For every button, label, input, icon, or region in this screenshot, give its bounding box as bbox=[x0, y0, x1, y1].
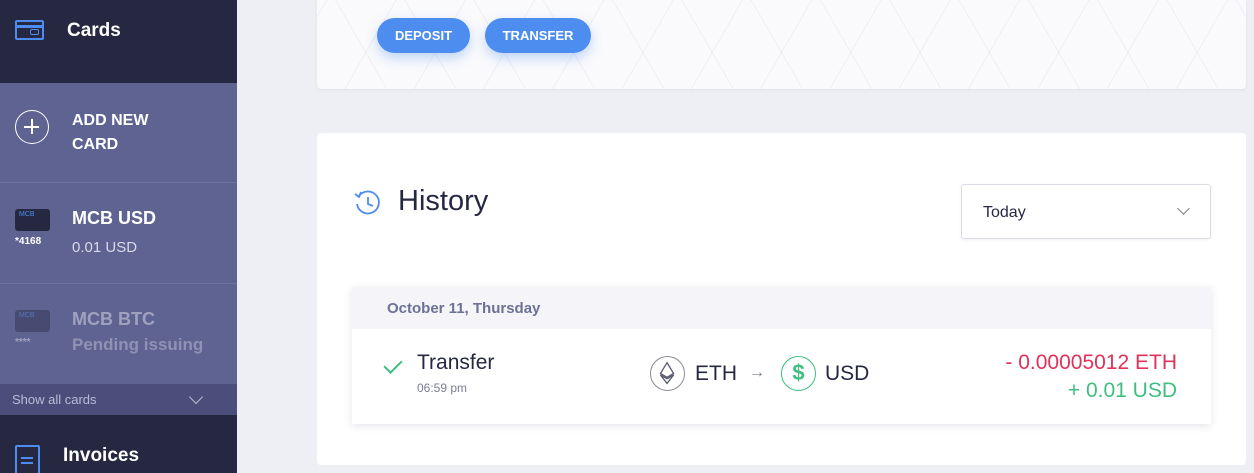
transfer-button[interactable]: TRANSFER bbox=[485, 18, 591, 53]
show-all-cards-toggle[interactable]: Show all cards bbox=[0, 384, 237, 415]
checkmark-icon bbox=[383, 354, 403, 375]
invoices-label: Invoices bbox=[63, 445, 140, 466]
card-item-mcb-btc[interactable]: MCB **** MCB BTC Pending issuing bbox=[0, 284, 237, 384]
amount-out: - 0.00005012 ETH bbox=[1005, 351, 1177, 374]
transaction-time: 06:59 pm bbox=[417, 381, 468, 395]
transaction-group: October 11, Thursday Transfer 06:59 pm E… bbox=[352, 287, 1211, 424]
card-number: *4168 bbox=[15, 236, 42, 247]
dollar-icon: $ bbox=[781, 356, 816, 391]
date-filter-value: Today bbox=[983, 204, 1026, 221]
card-number: **** bbox=[15, 337, 31, 348]
sidebar-item-invoices[interactable]: Invoices bbox=[0, 415, 237, 473]
from-currency: ETH bbox=[695, 362, 737, 385]
to-currency: USD bbox=[825, 362, 870, 385]
card-name: MCB BTC bbox=[72, 309, 155, 329]
sidebar: Cards ADD NEW CARD MCB *4168 MCB USD 0.0… bbox=[0, 0, 237, 473]
chevron-down-icon bbox=[188, 389, 204, 405]
card-status: Pending issuing bbox=[72, 335, 204, 354]
card-thumbnail: MCB bbox=[15, 209, 50, 231]
card-name: MCB USD bbox=[72, 208, 156, 228]
sidebar-title: Cards bbox=[67, 20, 121, 41]
sidebar-header: Cards bbox=[0, 0, 237, 83]
ethereum-icon bbox=[650, 356, 685, 391]
history-panel: History Today October 11, Thursday Trans… bbox=[317, 133, 1246, 465]
card-actions-panel: DEPOSIT TRANSFER bbox=[317, 0, 1246, 89]
card-balance: 0.01 USD bbox=[72, 239, 138, 256]
history-clock-icon bbox=[354, 190, 380, 215]
card-item-mcb-usd[interactable]: MCB *4168 MCB USD 0.01 USD bbox=[0, 183, 237, 284]
arrow-right-icon: → bbox=[749, 364, 765, 381]
add-new-card-button[interactable]: ADD NEW CARD bbox=[0, 83, 237, 183]
credit-card-icon bbox=[15, 20, 44, 40]
deposit-button[interactable]: DEPOSIT bbox=[377, 18, 470, 53]
plus-circle-icon bbox=[15, 110, 49, 144]
show-all-cards-label: Show all cards bbox=[12, 392, 97, 407]
transaction-type: Transfer bbox=[417, 351, 495, 374]
document-icon bbox=[15, 445, 40, 473]
history-title: History bbox=[398, 185, 489, 217]
amount-in: + 0.01 USD bbox=[1067, 379, 1177, 402]
transaction-date-header: October 11, Thursday bbox=[352, 287, 1211, 329]
add-new-card-label: ADD NEW CARD bbox=[72, 112, 149, 153]
date-filter-select[interactable]: Today bbox=[961, 184, 1211, 239]
card-thumbnail: MCB bbox=[15, 310, 50, 332]
chevron-down-icon bbox=[1177, 202, 1190, 215]
